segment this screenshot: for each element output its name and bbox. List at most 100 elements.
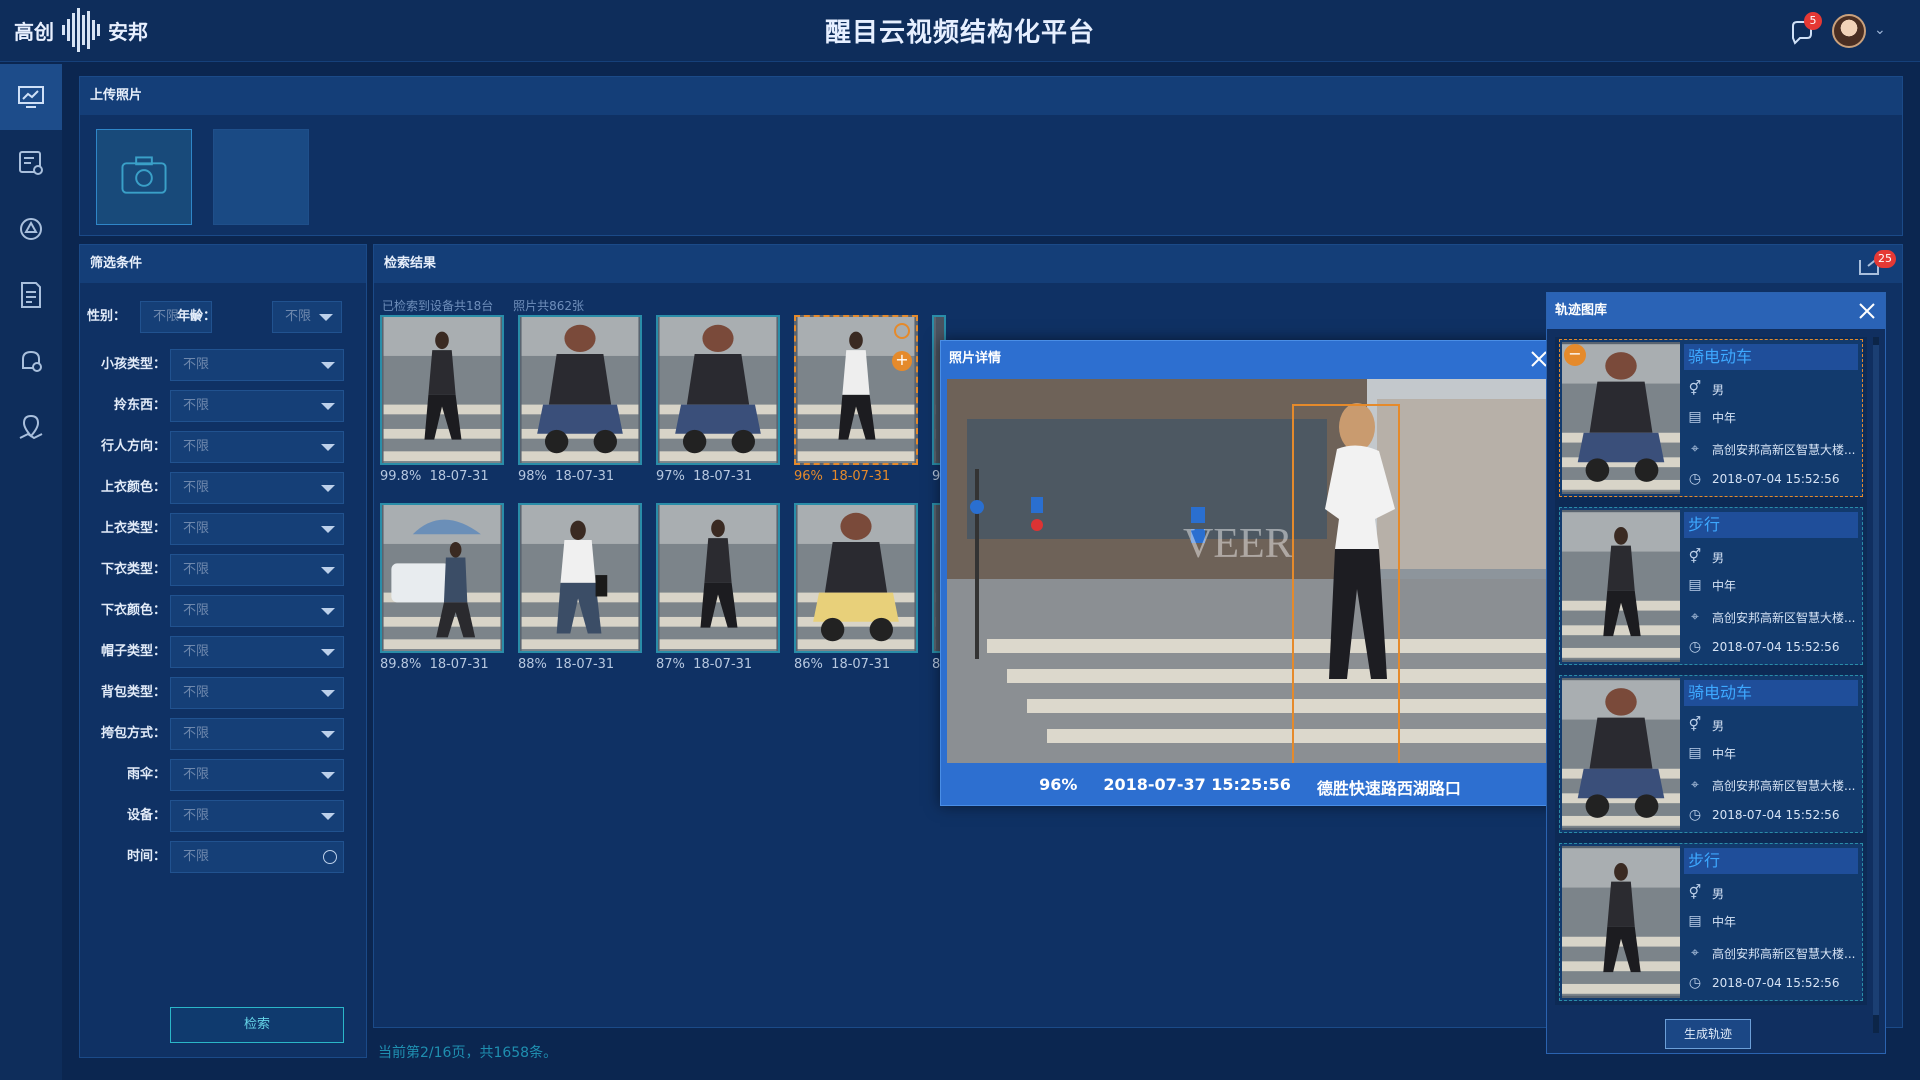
result-score: 99.8% xyxy=(380,469,422,484)
location-pin-icon: ⌖ xyxy=(1691,609,1699,625)
detail-caption: 96% 2018-07-37 15:25:56 德胜快速路西湖路口 xyxy=(941,775,1559,799)
track-card[interactable]: − 骑电动车 ⚥ 男 ▤ 中年 ⌖ 高创安邦高新区智慧大楼... ◷ 2018-07-04 15:… xyxy=(1559,339,1863,497)
track-time: 2018-07-04 15:52:56 xyxy=(1712,472,1840,486)
track-location: 高创安邦高新区智慧大楼... xyxy=(1712,610,1856,625)
track-location-row: ⌖ 高创安邦高新区智慧大楼... xyxy=(1686,608,1855,626)
fullscreen-badge: 25 xyxy=(1874,250,1896,268)
track-age: 中年 xyxy=(1712,746,1737,761)
track-photo xyxy=(1562,678,1680,830)
track-time-row: ◷ 2018-07-04 15:52:56 xyxy=(1686,806,1840,824)
generate-track-button[interactable]: 生成轨迹 xyxy=(1665,1019,1751,1049)
filter-select[interactable]: 不限 xyxy=(170,349,344,381)
upload-slot-empty[interactable] xyxy=(213,129,309,225)
search-button[interactable]: 检索 xyxy=(170,1007,344,1043)
track-age-row: ▤ 中年 xyxy=(1686,576,1736,594)
filter-select[interactable]: 不限 xyxy=(170,677,344,709)
track-location: 高创安邦高新区智慧大楼... xyxy=(1712,778,1856,793)
filter-label: 上衣颜色： xyxy=(100,480,166,495)
filter-row: 拎东西： 不限 xyxy=(80,390,368,422)
filter-select[interactable]: 不限 xyxy=(170,595,344,627)
age-select[interactable]: 不限 xyxy=(272,301,342,333)
filter-row: 雨伞： 不限 xyxy=(80,759,368,791)
filter-label: 上衣类型： xyxy=(100,521,166,536)
result-score: 98% xyxy=(518,469,547,484)
filter-label: 背包类型： xyxy=(100,685,166,700)
result-summary: 已检索到设备共18台 照片共862张 xyxy=(382,297,600,314)
result-score: 97% xyxy=(656,469,685,484)
track-card[interactable]: 步行 ⚥ 男 ▤ 中年 ⌖ 高创安邦高新区智慧大楼... ◷ 2018-07-04 15:52:… xyxy=(1559,843,1863,1001)
result-thumbnail[interactable] xyxy=(380,315,504,465)
result-thumbnail[interactable] xyxy=(380,503,504,653)
nav-item-monitor[interactable] xyxy=(0,64,62,130)
track-card[interactable]: 步行 ⚥ 男 ▤ 中年 ⌖ 高创安邦高新区智慧大楼... ◷ 2018-07-04 15:52:… xyxy=(1559,507,1863,665)
track-location: 高创安邦高新区智慧大楼... xyxy=(1712,442,1856,457)
track-type: 步行 xyxy=(1684,848,1858,874)
filter-select[interactable]: 不限 xyxy=(170,800,344,832)
filter-select[interactable]: 不限 xyxy=(170,841,344,873)
track-list[interactable]: − 骑电动车 ⚥ 男 ▤ 中年 ⌖ 高创安邦高新区智慧大楼... ◷ 2018-07-04 15:… xyxy=(1555,337,1867,1005)
result-date: 18-07-31 xyxy=(831,657,891,672)
track-gender: 男 xyxy=(1712,886,1725,901)
filter-label: 拎东西： xyxy=(113,398,166,413)
track-time: 2018-07-04 15:52:56 xyxy=(1712,640,1840,654)
track-scrollbar[interactable] xyxy=(1873,337,1879,1033)
age-icon: ▤ xyxy=(1688,913,1702,929)
remove-icon[interactable]: − xyxy=(1564,344,1586,366)
device-count: 已检索到设备共18台 xyxy=(382,299,494,313)
filter-row-gender-age: 性别： 不限 年龄： 不限 xyxy=(80,301,368,333)
track-type: 步行 xyxy=(1684,512,1858,538)
upload-photo-button[interactable] xyxy=(96,129,192,225)
detail-datetime: 2018-07-37 15:25:56 xyxy=(1103,775,1291,794)
track-type: 骑电动车 xyxy=(1684,680,1858,706)
nav-item-map[interactable] xyxy=(0,394,62,460)
top-bar: 高创 安邦 醒目云视频结构化平台 5 ⌄ xyxy=(0,0,1920,62)
result-caption: 97% 18-07-31 xyxy=(656,469,796,484)
result-caption: 96% 18-07-31 xyxy=(794,469,934,484)
result-date: 18-07-31 xyxy=(831,469,891,484)
filter-select[interactable]: 不限 xyxy=(170,390,344,422)
modal-title: 照片详情 xyxy=(949,351,1002,366)
track-card[interactable]: 骑电动车 ⚥ 男 ▤ 中年 ⌖ 高创安邦高新区智慧大楼... ◷ 2018-07-04 15:5… xyxy=(1559,675,1863,833)
caret-down-icon xyxy=(321,608,335,615)
result-thumbnail[interactable] xyxy=(518,315,642,465)
clock-icon: ◷ xyxy=(1688,975,1702,991)
nav-item-shield[interactable] xyxy=(0,196,62,262)
filter-label: 挎包方式： xyxy=(100,726,166,741)
result-thumbnail[interactable] xyxy=(518,503,642,653)
track-photo xyxy=(1562,510,1680,662)
result-thumbnail[interactable]: + xyxy=(794,315,918,465)
result-score: 86% xyxy=(794,657,823,672)
gender-icon: ⚥ xyxy=(1688,381,1702,397)
track-location: 高创安邦高新区智慧大楼... xyxy=(1712,946,1856,961)
result-thumbnail[interactable] xyxy=(794,503,918,653)
chevron-down-icon[interactable]: ⌄ xyxy=(1874,22,1886,38)
track-age-row: ▤ 中年 xyxy=(1686,408,1736,426)
close-icon[interactable] xyxy=(1855,299,1879,323)
filter-select[interactable]: 不限 xyxy=(170,513,344,545)
result-thumbnail[interactable] xyxy=(656,503,780,653)
detail-score: 96% xyxy=(1039,775,1078,794)
track-time: 2018-07-04 15:52:56 xyxy=(1712,808,1840,822)
filter-select[interactable]: 不限 xyxy=(170,636,344,668)
zoom-icon[interactable] xyxy=(894,323,910,339)
clock-icon: ◷ xyxy=(1688,807,1702,823)
filter-select[interactable]: 不限 xyxy=(170,472,344,504)
filter-label: 时间： xyxy=(126,849,166,864)
result-thumbnail[interactable] xyxy=(656,315,780,465)
map-pin-icon xyxy=(19,414,43,440)
filter-select[interactable]: 不限 xyxy=(170,431,344,463)
nav-item-list-settings[interactable] xyxy=(0,130,62,196)
nav-item-alarm[interactable] xyxy=(0,328,62,394)
avatar[interactable] xyxy=(1832,14,1866,48)
scroll-thumb[interactable] xyxy=(1873,345,1879,1015)
notification-badge: 5 xyxy=(1804,12,1822,30)
filter-select[interactable]: 不限 xyxy=(170,759,344,791)
filter-select[interactable]: 不限 xyxy=(170,554,344,586)
notification-button[interactable]: 5 xyxy=(1788,12,1822,46)
side-nav xyxy=(0,64,62,1080)
filter-select[interactable]: 不限 xyxy=(170,718,344,750)
add-icon[interactable]: + xyxy=(892,351,912,371)
result-score: 89.8% xyxy=(380,657,422,672)
caret-down-icon xyxy=(321,485,335,492)
filter-row: 小孩类型： 不限 xyxy=(80,349,368,381)
